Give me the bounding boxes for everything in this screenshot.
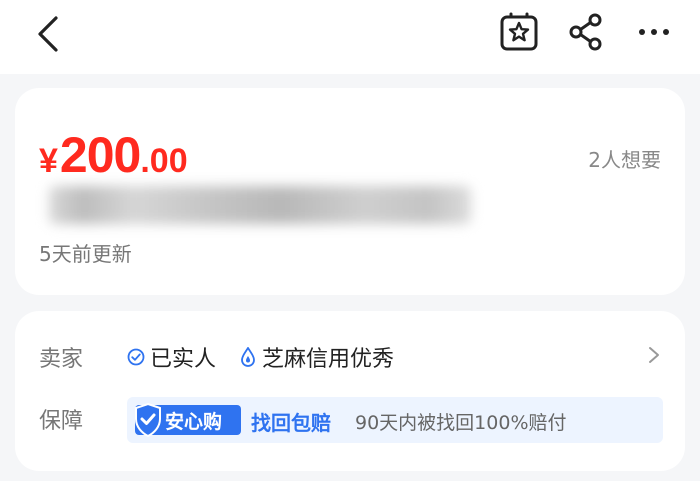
favorite-button[interactable] (499, 12, 539, 52)
guarantee-box[interactable]: 安心购 找回包赔 90天内被找回100%赔付 (127, 397, 663, 443)
want-count: 2人想要 (588, 148, 661, 172)
share-icon (569, 13, 602, 51)
verified-text: 已实人 (150, 347, 217, 372)
check-circle-icon (127, 348, 145, 366)
top-bar (0, 0, 700, 74)
badge-text: 安心购 (165, 410, 223, 433)
price: ¥ 200 .00 (39, 126, 188, 184)
share-button[interactable] (566, 12, 606, 52)
back-button[interactable] (30, 14, 66, 54)
verified-tag: 已实人 (127, 341, 216, 373)
guarantee-desc: 90天内被找回100%赔付 (355, 412, 567, 434)
sesame-credit-icon (241, 347, 255, 367)
blurred-title (49, 186, 471, 224)
more-dots-icon (639, 29, 669, 35)
anxin-badge: 安心购 (135, 402, 241, 438)
shield-check-icon (135, 402, 161, 438)
price-card: ¥ 200 .00 2人想要 5天前更新 (15, 88, 685, 295)
credit-text: 芝麻信用优秀 (262, 347, 395, 372)
chevron-left-icon (38, 16, 58, 52)
chevron-right-icon[interactable] (647, 345, 661, 365)
updated-time: 5天前更新 (39, 242, 132, 266)
more-button[interactable] (634, 12, 674, 52)
price-integer: 200 (59, 127, 141, 183)
seller-label: 卖家 (39, 347, 84, 372)
guarantee-label: 保障 (39, 409, 84, 434)
seller-card[interactable]: 卖家 已实人 芝麻信用优秀 保障 安心购 找回包赔 90天内被找回100%赔付 (15, 311, 685, 471)
star-box-icon (500, 12, 538, 51)
credit-tag: 芝麻信用优秀 (239, 341, 394, 373)
guarantee-main: 找回包赔 (251, 411, 331, 435)
price-decimal: .00 (140, 142, 188, 180)
price-currency: ¥ (39, 142, 58, 180)
